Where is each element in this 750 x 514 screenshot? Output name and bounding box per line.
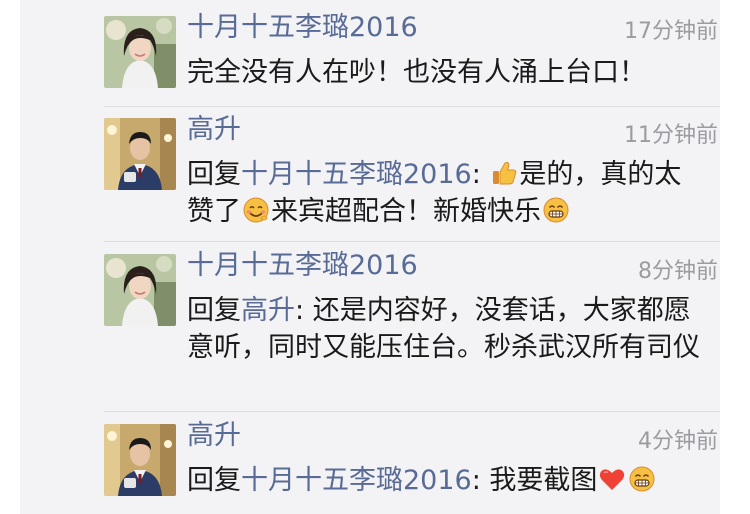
comment-author[interactable]: 十月十五李璐2016 [187, 12, 418, 44]
comment-body: 完全没有人在吵！也没有人涌上台口！ [187, 54, 707, 91]
comment-time: 17分钟前 [624, 19, 718, 44]
reply-colon: : [295, 295, 305, 326]
comments-panel: 十月十五李璐2016 17分钟前 完全没有人在吵！也没有人涌上台口！ 高升 11… [20, 0, 720, 514]
reply-mention-link[interactable]: 高升 [241, 295, 295, 326]
comment-item: 十月十五李璐2016 8分钟前 回复高升: 还是内容好，没套话，大家都愿意听，同… [104, 250, 720, 410]
woman-portrait-avatar [104, 16, 176, 88]
reply-prefix: 回复 [187, 295, 241, 326]
woman-portrait-avatar [104, 254, 176, 326]
reply-colon: : [471, 465, 481, 496]
comment-text: 来宾超配合！新婚快乐 [271, 196, 541, 227]
grinning-face-icon [628, 465, 656, 493]
divider [104, 411, 720, 412]
man-portrait-avatar [104, 424, 176, 496]
reply-colon: : [471, 159, 481, 190]
avatar[interactable] [104, 16, 176, 88]
comment-time: 4分钟前 [638, 429, 718, 454]
avatar[interactable] [104, 118, 176, 190]
comment-body: 回复十月十五李璐2016: 我要截图 [187, 462, 707, 499]
comment-item: 十月十五李璐2016 17分钟前 完全没有人在吵！也没有人涌上台口！ [104, 12, 720, 106]
comment-author[interactable]: 高升 [187, 420, 241, 452]
comment-author[interactable]: 十月十五李璐2016 [187, 250, 418, 282]
smiling-face-icon [242, 196, 270, 224]
comment-author[interactable]: 高升 [187, 114, 241, 146]
reply-mention-link[interactable]: 十月十五李璐2016 [241, 465, 472, 496]
reply-prefix: 回复 [187, 465, 241, 496]
comment-text: 完全没有人在吵！也没有人涌上台口！ [187, 57, 646, 88]
man-portrait-avatar [104, 118, 176, 190]
grinning-face-icon [542, 196, 570, 224]
avatar[interactable] [104, 424, 176, 496]
comment-time: 11分钟前 [624, 123, 718, 148]
reply-mention-link[interactable]: 十月十五李璐2016 [241, 159, 472, 190]
reply-prefix: 回复 [187, 159, 241, 190]
comment-text: 我要截图 [489, 465, 598, 496]
comment-body: 回复十月十五李璐2016: 是的，真的太赞了 来宾超配合！新婚快乐 [187, 156, 707, 230]
comment-item: 高升 11分钟前 回复十月十五李璐2016: 是的，真的太赞了 来宾超配合！新婚快… [104, 114, 720, 240]
avatar[interactable] [104, 254, 176, 326]
comment-body: 回复高升: 还是内容好，没套话，大家都愿意听，同时又能压住台。秒杀武汉所有司仪 [187, 292, 707, 366]
thumbs-up-icon [490, 159, 518, 187]
comment-time: 8分钟前 [638, 259, 718, 284]
heart-icon [598, 465, 626, 493]
divider [104, 106, 720, 107]
divider [104, 241, 720, 242]
comment-item: 高升 4分钟前 回复十月十五李璐2016: 我要截图 [104, 420, 720, 514]
